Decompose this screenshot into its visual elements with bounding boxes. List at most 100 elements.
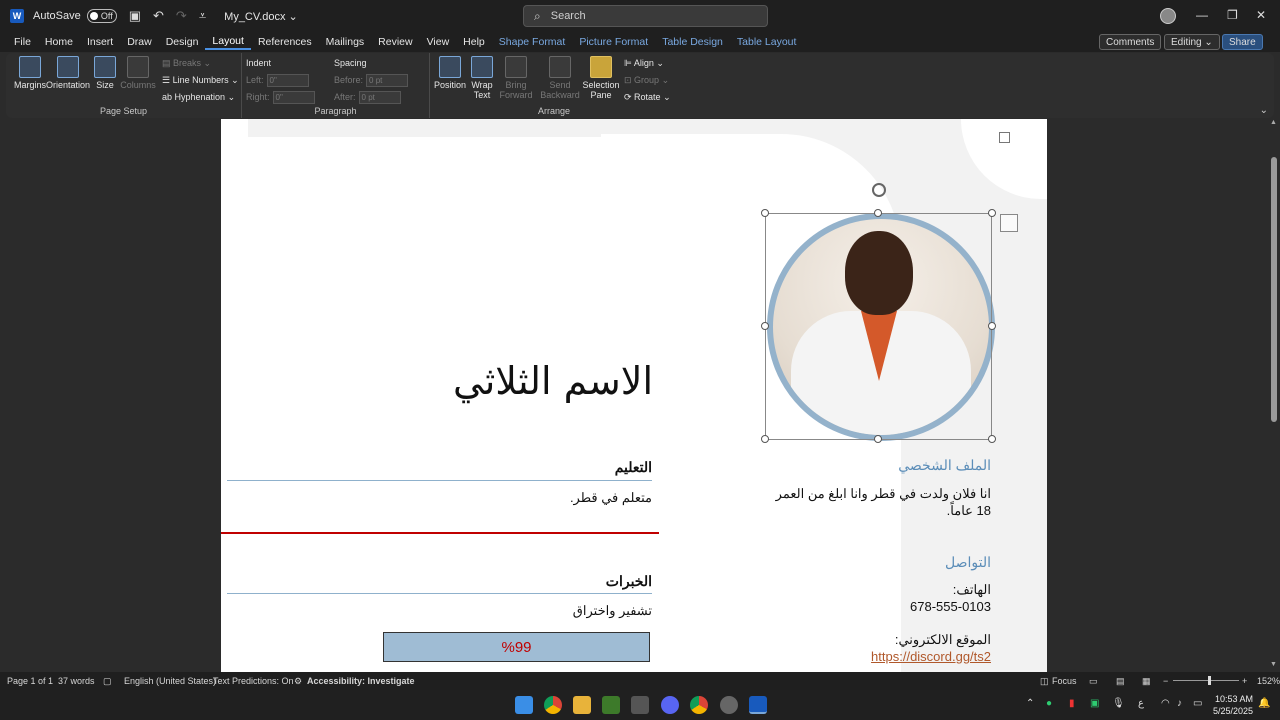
resize-handle-tc[interactable] [874, 209, 882, 217]
experience-heading[interactable]: الخبرات [227, 573, 652, 590]
education-text[interactable]: متعلم في قطر. [227, 490, 652, 506]
tab-home[interactable]: Home [38, 36, 80, 48]
share-button[interactable]: Share [1222, 34, 1263, 50]
document-canvas[interactable]: الاسم الثلاثي التعليم متعلم في قطر. الخب… [0, 119, 1268, 672]
vertical-scrollbar[interactable]: ▲ ▼ [1268, 119, 1280, 672]
breaks-button[interactable]: ▤ Breaks ⌄ [162, 58, 211, 69]
battery-icon[interactable]: ▭ [1193, 698, 1202, 709]
zoom-in-icon[interactable]: + [1242, 676, 1247, 686]
line-numbers-button[interactable]: ☰ Line Numbers ⌄ [162, 75, 239, 86]
resize-handle-tr[interactable] [988, 209, 996, 217]
minecraft-icon[interactable] [602, 696, 620, 714]
save-icon[interactable]: ▣ [129, 8, 141, 24]
selection-pane-button[interactable]: Selection Pane [577, 56, 625, 100]
collapse-ribbon-icon[interactable]: ⌄ [1260, 105, 1268, 116]
focus-button[interactable]: Focus [1052, 676, 1077, 686]
resize-handle-tl[interactable] [761, 209, 769, 217]
settings-icon[interactable] [720, 696, 738, 714]
align-button[interactable]: ⊫ Align ⌄ [624, 58, 664, 69]
page-count[interactable]: Page 1 of 1 [7, 676, 53, 686]
indent-left[interactable]: Left: 0" [246, 74, 309, 87]
rotate-handle-icon[interactable] [872, 183, 886, 197]
language-status[interactable]: English (United States) [124, 676, 216, 686]
chrome-alt-icon[interactable] [690, 696, 708, 714]
print-layout-icon[interactable]: ▤ [1116, 676, 1125, 687]
chrome-icon[interactable] [544, 696, 562, 714]
zoom-slider[interactable] [1173, 680, 1239, 681]
wifi-icon[interactable]: ◠ [1161, 698, 1170, 709]
layout-options-icon[interactable] [1000, 214, 1018, 232]
file-explorer-icon[interactable] [573, 696, 591, 714]
contact-heading[interactable]: التواصل [769, 554, 991, 571]
tab-design[interactable]: Design [159, 36, 206, 48]
tab-layout[interactable]: Layout [205, 35, 251, 50]
tab-mailings[interactable]: Mailings [319, 36, 372, 48]
spacing-before[interactable]: Before: 0 pt [334, 74, 409, 87]
tab-references[interactable]: References [251, 36, 319, 48]
tab-review[interactable]: Review [371, 36, 419, 48]
resize-handle-bc[interactable] [874, 435, 882, 443]
redo-icon[interactable]: ↷ [176, 8, 187, 24]
experience-text[interactable]: تشفير واختراق [227, 603, 652, 619]
indent-left-value[interactable]: 0" [266, 74, 309, 87]
indent-right-value[interactable]: 0" [272, 91, 315, 104]
editing-mode-button[interactable]: Editing ⌄ [1164, 34, 1220, 50]
phone-value[interactable]: 678-555-0103 [769, 598, 991, 615]
clock[interactable]: 10:53 AM 5/25/2025 [1205, 693, 1253, 717]
scroll-up-icon[interactable]: ▲ [1270, 119, 1277, 126]
website-link[interactable]: https://discord.gg/ts2 [769, 649, 991, 664]
app-icon[interactable] [631, 696, 649, 714]
resize-handle-mr[interactable] [988, 322, 996, 330]
undo-icon[interactable]: ↶ [153, 8, 164, 24]
table-move-handle-icon[interactable] [999, 132, 1010, 143]
tab-file[interactable]: File [0, 36, 38, 48]
tab-view[interactable]: View [420, 36, 457, 48]
close-button[interactable]: ✕ [1256, 8, 1266, 22]
website-label[interactable]: الموقع الالكتروني: [769, 631, 991, 648]
tray-language[interactable]: ع [1138, 698, 1144, 709]
minimize-button[interactable]: — [1196, 8, 1208, 22]
spacing-before-value[interactable]: 0 pt [366, 74, 409, 87]
education-heading[interactable]: التعليم [227, 459, 652, 476]
tray-overflow-icon[interactable]: ⌃ [1026, 698, 1034, 709]
tab-shape-format[interactable]: Shape Format [492, 36, 573, 48]
columns-button[interactable]: Columns [114, 56, 162, 90]
autosave-toggle[interactable]: Off [86, 9, 117, 23]
search-box[interactable]: ⌕ Search [523, 5, 768, 27]
discord-icon[interactable] [661, 696, 679, 714]
text-predictions-status[interactable]: Text Predictions: On [213, 676, 294, 686]
tab-table-layout[interactable]: Table Layout [730, 36, 804, 48]
word-taskbar-icon[interactable] [749, 696, 767, 714]
read-mode-icon[interactable]: ▭ [1089, 676, 1098, 687]
tray-chat-icon[interactable]: ▣ [1090, 698, 1099, 709]
resize-handle-ml[interactable] [761, 322, 769, 330]
scroll-thumb[interactable] [1271, 157, 1277, 422]
maximize-button[interactable]: ❐ [1227, 8, 1238, 22]
tray-mic-icon[interactable]: 🎙 [1112, 698, 1125, 709]
scroll-down-icon[interactable]: ▼ [1270, 661, 1277, 668]
tab-insert[interactable]: Insert [80, 36, 120, 48]
profile-heading[interactable]: الملف الشخصي [769, 457, 991, 474]
cv-name-title[interactable]: الاسم الثلاثي [421, 359, 653, 403]
notifications-icon[interactable]: 🔔 [1258, 698, 1270, 709]
tab-draw[interactable]: Draw [120, 36, 159, 48]
word-count[interactable]: 37 words [58, 676, 95, 686]
phone-label[interactable]: الهاتف: [769, 581, 991, 598]
document-name[interactable]: My_CV.docx ⌄ [224, 10, 298, 23]
comments-button[interactable]: Comments [1099, 34, 1162, 50]
resize-handle-bl[interactable] [761, 435, 769, 443]
web-layout-icon[interactable]: ▦ [1142, 676, 1151, 687]
spacing-after-value[interactable]: 0 pt [358, 91, 401, 104]
tab-table-design[interactable]: Table Design [655, 36, 730, 48]
resize-handle-br[interactable] [988, 435, 996, 443]
volume-icon[interactable]: ♪ [1177, 698, 1182, 709]
rotate-button[interactable]: ⟳ Rotate ⌄ [624, 92, 671, 103]
account-avatar[interactable] [1160, 8, 1176, 24]
zoom-out-icon[interactable]: − [1163, 676, 1168, 686]
tab-help[interactable]: Help [456, 36, 492, 48]
zoom-level[interactable]: 152% [1257, 676, 1280, 686]
proofing-icon[interactable]: ▢ [103, 676, 112, 687]
start-icon[interactable] [515, 696, 533, 714]
tab-picture-format[interactable]: Picture Format [572, 36, 655, 48]
customize-qat-icon[interactable]: ⩡ [199, 8, 206, 24]
